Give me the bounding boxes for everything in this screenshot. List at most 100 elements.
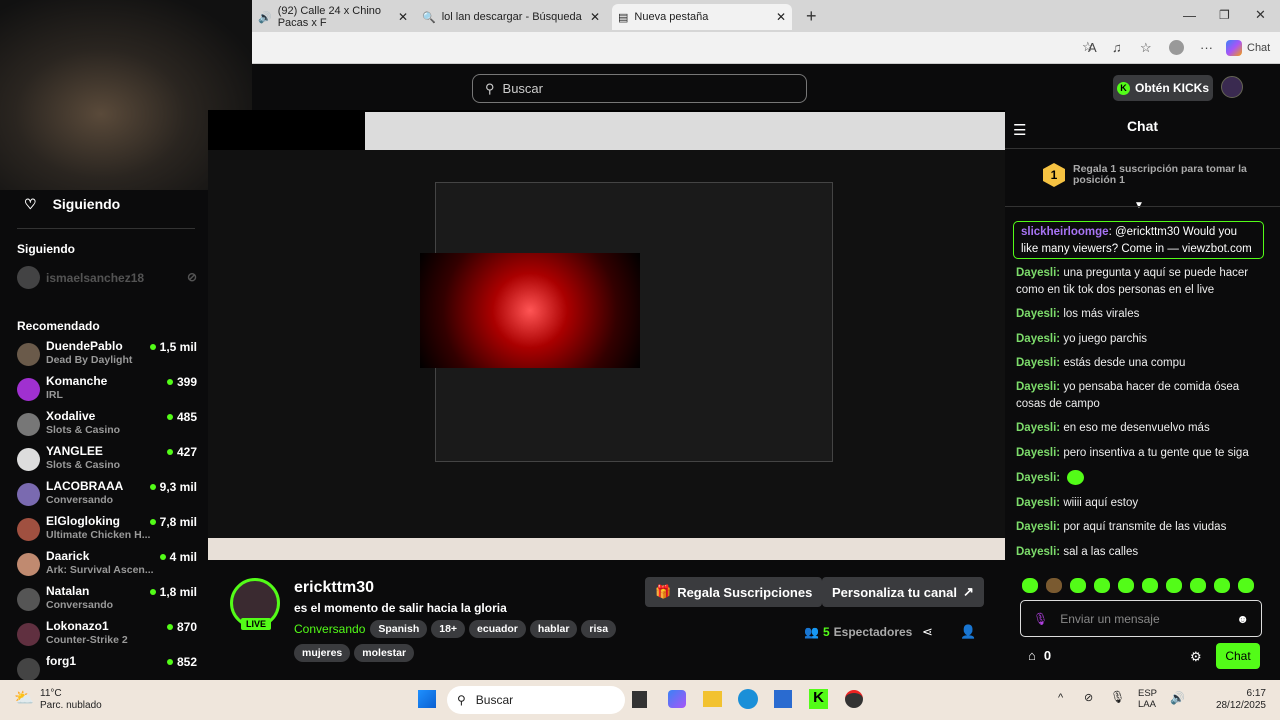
emote-icon[interactable] xyxy=(1094,578,1110,593)
recommended-channel[interactable]: LACOBRAAA Conversando 9,3 mil xyxy=(4,479,208,514)
followed-channel[interactable]: ismaelsanchez18 ⊘ xyxy=(4,266,208,301)
minimize-button[interactable]: — xyxy=(1183,8,1196,23)
recommended-channel[interactable]: Natalan Conversando 1,8 mil xyxy=(4,584,208,619)
language-indicator[interactable]: ESP LAA xyxy=(1138,688,1157,710)
store-points[interactable]: ⌂ 0 xyxy=(1028,648,1051,663)
stream-tag[interactable]: Spanish xyxy=(370,620,428,638)
close-tab-icon[interactable]: ✕ xyxy=(590,10,600,24)
emote-icon[interactable] xyxy=(1190,578,1206,593)
avatar xyxy=(17,413,40,436)
emote-icon[interactable] xyxy=(1214,578,1230,593)
live-dot-icon xyxy=(166,449,173,455)
obs-icon[interactable] xyxy=(845,690,863,708)
category-link[interactable]: Conversando xyxy=(294,622,365,636)
viewer-count: 4 mil xyxy=(159,550,197,564)
copilot-chat-button[interactable]: Chat xyxy=(1226,40,1270,56)
close-window-button[interactable]: ✕ xyxy=(1255,7,1266,23)
emoji-icon[interactable]: ☻ xyxy=(1236,612,1249,626)
address-bar[interactable] xyxy=(250,32,1280,64)
browser-tab-active[interactable]: ▤ Nueva pestaña ✕ xyxy=(612,4,792,30)
stream-title: es el momento de salir hacia la gloria xyxy=(294,601,507,615)
send-chat-button[interactable]: Chat xyxy=(1216,643,1260,669)
nested-taskbar xyxy=(208,538,1005,560)
recommended-channel[interactable]: ElGlogloking Ultimate Chicken H... 7,8 mil xyxy=(4,514,208,549)
store-icon[interactable] xyxy=(774,690,792,708)
clock[interactable]: 6:17 28/12/2025 xyxy=(1206,688,1266,712)
gift-icon: 🎁 xyxy=(655,584,672,599)
copilot-icon[interactable] xyxy=(668,690,686,708)
browser-tab[interactable]: 🔊 (92) Calle 24 x Chino Pacas x F ✕ xyxy=(258,4,408,30)
microphone-icon[interactable]: 🎙 xyxy=(1033,612,1048,626)
channel-name[interactable]: erickttm30 xyxy=(294,579,374,597)
search-input[interactable]: ⚲ Buscar xyxy=(472,74,807,103)
recommended-channel[interactable]: Daarick Ark: Survival Ascen... 4 mil xyxy=(4,549,208,584)
taskbar-search[interactable]: ⚲ Buscar xyxy=(447,686,625,714)
microphone-icon[interactable]: 🎙 xyxy=(1110,690,1125,704)
emote-icon[interactable] xyxy=(1166,578,1182,593)
chat-input[interactable]: 🎙 Enviar un mensaje ☻ xyxy=(1020,600,1262,637)
more-icon[interactable]: ··· xyxy=(1200,40,1213,55)
avatar xyxy=(17,483,40,506)
close-tab-icon[interactable]: ✕ xyxy=(776,10,786,24)
show-hidden-icons[interactable]: ^ xyxy=(1058,692,1063,704)
profile-avatar[interactable] xyxy=(1169,40,1184,55)
video-player[interactable] xyxy=(208,110,1005,560)
task-view-icon[interactable] xyxy=(632,691,647,708)
recommended-channel[interactable]: Xodalive Slots & Casino 485 xyxy=(4,409,208,444)
emote-icon[interactable] xyxy=(1070,578,1086,593)
moderator-icon[interactable]: 👤 xyxy=(960,624,976,640)
browser-tab[interactable]: 🔍 lol lan descargar - Búsqueda ✕ xyxy=(422,4,600,30)
recommended-channel[interactable]: Lokonazo1 Counter-Strike 2 870 xyxy=(4,619,208,654)
settings-icon[interactable]: ⚙ xyxy=(1190,649,1202,665)
new-tab-button[interactable]: + xyxy=(806,6,817,27)
user-avatar[interactable] xyxy=(1221,76,1243,98)
favorites-icon[interactable]: ☆ xyxy=(1140,40,1152,56)
restore-button[interactable]: ❐ xyxy=(1219,8,1230,22)
emote-icon[interactable] xyxy=(1022,578,1038,593)
stream-tag[interactable]: 18+ xyxy=(431,620,466,638)
emote-icon[interactable] xyxy=(1046,578,1062,593)
search-icon: ⚲ xyxy=(485,80,495,96)
viewer-count: 9,3 mil xyxy=(149,480,197,494)
leaderboard-text[interactable]: Regala 1 suscripción para tomar la posic… xyxy=(1073,164,1253,186)
chat-message: Dayesli: yo pensaba hacer de comida ósea… xyxy=(1016,381,1240,410)
viewer-count: 870 xyxy=(166,620,197,634)
file-explorer-icon[interactable] xyxy=(703,691,722,707)
volume-icon[interactable]: 🔊 xyxy=(1170,691,1185,705)
emote-icon[interactable] xyxy=(1118,578,1134,593)
recommended-channel[interactable]: Komanche IRL 399 xyxy=(4,374,208,409)
share-icon[interactable]: ⋖ xyxy=(922,624,933,640)
live-dot-icon xyxy=(149,519,156,525)
stream-tag[interactable]: mujeres xyxy=(294,644,351,662)
emote-icon[interactable] xyxy=(1142,578,1158,593)
stream-tag[interactable]: molestar xyxy=(354,644,415,662)
customize-channel-button[interactable]: Personaliza tu canal ↗ xyxy=(822,577,984,607)
close-tab-icon[interactable]: ✕ xyxy=(398,10,408,24)
edge-icon[interactable] xyxy=(738,689,758,709)
stream-tag[interactable]: ecuador xyxy=(469,620,526,638)
page-icon: ▤ xyxy=(618,11,629,24)
emote-icon[interactable] xyxy=(1238,578,1254,593)
recommended-channel[interactable]: YANGLEE Slots & Casino 427 xyxy=(4,444,208,479)
emote-bar xyxy=(1022,578,1254,593)
recommended-channel[interactable]: DuendePablo Dead By Daylight 1,5 mil xyxy=(4,339,208,374)
live-dot-icon xyxy=(166,414,173,420)
live-dot-icon xyxy=(166,659,173,665)
network-icon[interactable]: ⊘ xyxy=(1084,691,1093,704)
divider xyxy=(1005,206,1280,207)
stream-tag[interactable]: risa xyxy=(581,620,617,638)
get-kicks-button[interactable]: K Obtén KICKs xyxy=(1113,75,1213,101)
start-button[interactable] xyxy=(418,690,436,708)
following-header[interactable]: ♡ Siguiendo xyxy=(4,192,208,216)
kick-coin-icon: K xyxy=(1116,81,1130,95)
weather-widget[interactable]: 11°C Parc. nublado xyxy=(40,688,102,712)
search-icon: 🔍 xyxy=(422,11,436,24)
kick-app-icon[interactable]: K xyxy=(809,689,828,709)
nested-video-frame xyxy=(420,253,640,368)
gift-subs-button[interactable]: 🎁 Regala Suscripciones xyxy=(645,577,823,607)
nested-browser-chrome xyxy=(365,112,1005,150)
stream-tag[interactable]: hablar xyxy=(529,620,578,638)
media-icon[interactable]: ♫ xyxy=(1112,40,1122,55)
favorite-icon[interactable]: ☆ xyxy=(1082,39,1094,55)
chat-message: Dayesli: por aquí transmite de las viuda… xyxy=(1016,521,1227,533)
